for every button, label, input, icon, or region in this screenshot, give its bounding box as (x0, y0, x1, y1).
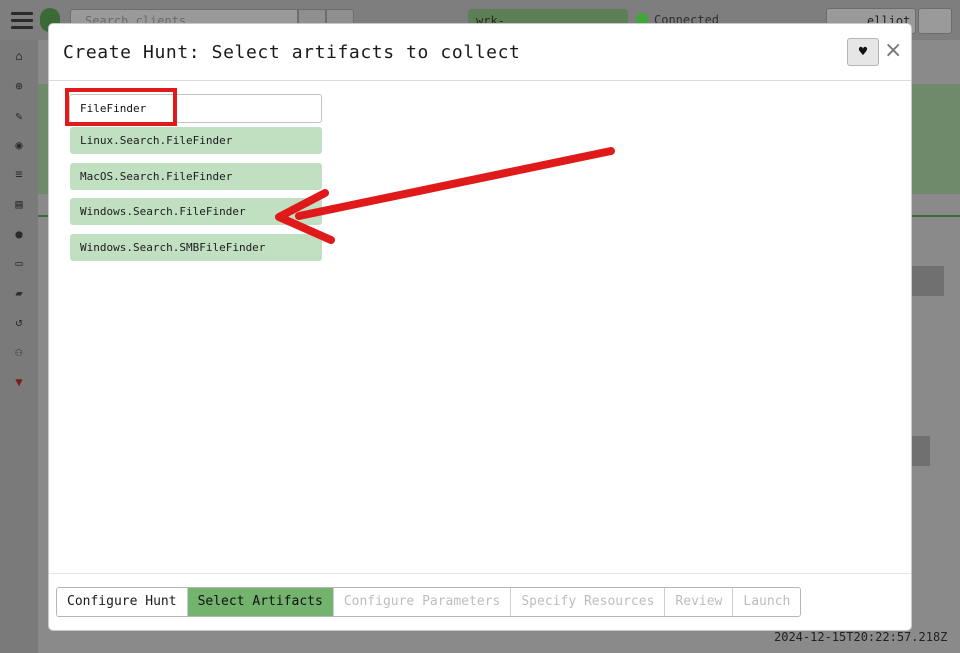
artifact-item-windows-filefinder[interactable]: Windows.Search.FileFinder (70, 198, 322, 226)
favorite-heart-button[interactable]: ♥ (847, 38, 879, 66)
sidebar: ⌂ ⊕ ✎ ◉ ≡ ▤ ● ▭ ▰ ↺ ⚇ ▼ (0, 40, 38, 653)
create-hunt-modal: Create Hunt: Select artifacts to collect… (49, 24, 911, 630)
artifact-search-input[interactable] (69, 94, 322, 123)
book-icon[interactable]: ▤ (11, 196, 27, 212)
modal-title: Create Hunt: Select artifacts to collect (63, 42, 521, 63)
wrench-icon[interactable]: ✎ (11, 108, 27, 124)
home-icon[interactable]: ⌂ (11, 48, 27, 64)
crosshair-icon[interactable]: ⊕ (11, 78, 27, 94)
step-configure-parameters[interactable]: Configure Parameters (333, 588, 512, 616)
laptop-icon[interactable]: ▭ (11, 255, 27, 271)
server-timestamp: 2024-12-15T20:22:57.218Z (774, 630, 948, 644)
user-icon[interactable]: ● (11, 226, 27, 242)
hamburger-menu-icon[interactable] (11, 12, 33, 30)
artifact-item-macos-filefinder[interactable]: MacOS.Search.FileFinder (70, 162, 322, 190)
step-configure-hunt[interactable]: Configure Hunt (57, 588, 188, 616)
artifact-item-windows-smbfilefinder[interactable]: Windows.Search.SMBFileFinder (70, 233, 322, 261)
close-icon[interactable]: × (884, 40, 902, 63)
step-select-artifacts[interactable]: Select Artifacts (187, 588, 334, 616)
server-icon[interactable]: ≡ (11, 166, 27, 182)
wizard-steps: Configure Hunt Select Artifacts Configur… (56, 587, 802, 617)
modal-header: Create Hunt: Select artifacts to collect… (49, 24, 911, 81)
artifact-item-linux-filefinder[interactable]: Linux.Search.FileFinder (70, 127, 322, 154)
settings-wrench-button[interactable] (918, 8, 952, 34)
shield-icon[interactable]: ▼ (11, 374, 27, 390)
step-specify-resources[interactable]: Specify Resources (511, 588, 666, 616)
artifact-results-list: Linux.Search.FileFinder MacOS.Search.Fil… (70, 127, 322, 269)
step-review[interactable]: Review (665, 588, 734, 616)
binoculars-icon[interactable]: ⚇ (11, 344, 27, 360)
eye-icon[interactable]: ◉ (11, 137, 27, 153)
step-launch[interactable]: Launch (733, 588, 801, 616)
modal-footer: Configure Hunt Select Artifacts Configur… (49, 573, 911, 630)
history-icon[interactable]: ↺ (11, 314, 27, 330)
folder-icon[interactable]: ▰ (11, 285, 27, 301)
heart-icon: ♥ (858, 44, 868, 60)
annotation-arrow (275, 147, 615, 244)
